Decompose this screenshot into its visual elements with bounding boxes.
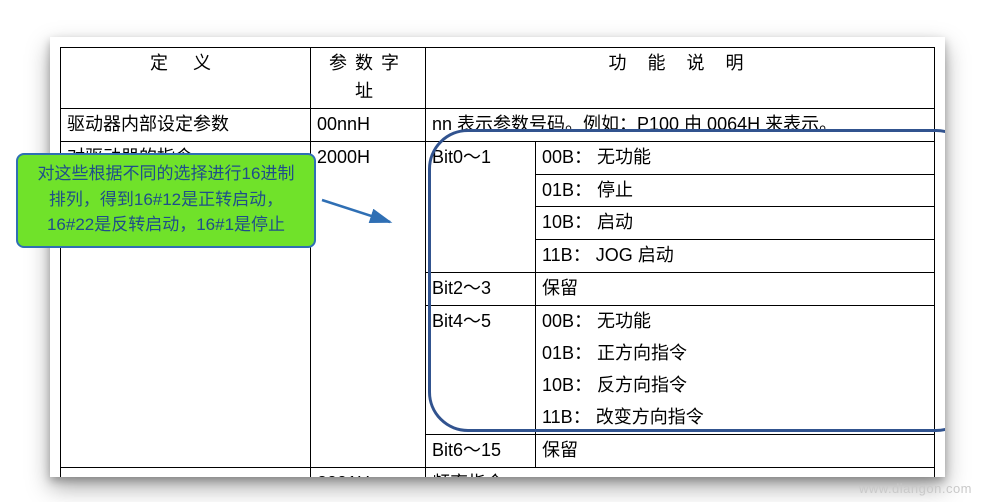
bit615-label: Bit6～15 (426, 434, 536, 467)
func-00nn: nn 表示参数号码。例如：P100 由 0064H 来表示。 (426, 108, 935, 141)
watermark: www.diangon.com (859, 481, 972, 496)
addr-00nn: 00nnH (311, 108, 426, 141)
addr-2001: 2001H (311, 467, 426, 477)
col-func: 功 能 说 明 (426, 48, 935, 109)
bit23-val: 保留 (536, 273, 935, 306)
table-header-row: 定 义 参数字址 功 能 说 明 (61, 48, 935, 109)
bit45-val1: 01B： 正方向指令 (536, 338, 935, 370)
bit45-val3: 11B： 改变方向指令 (536, 402, 935, 434)
bit01-val0: 00B： 无功能 (536, 141, 935, 174)
callout-line2: 排列，得到16#12是正转启动， (26, 187, 306, 213)
bit01-label: Bit0～1 (426, 141, 536, 273)
register-table: 定 义 参数字址 功 能 说 明 驱动器内部设定参数 00nnH nn 表示参数… (60, 47, 935, 477)
row-2001: 2001H 频率指令 (61, 467, 935, 477)
bit01-val2: 10B： 启动 (536, 207, 935, 240)
bit45-val2: 10B： 反方向指令 (536, 370, 935, 402)
bit23-label: Bit2～3 (426, 273, 536, 306)
addr-2000: 2000H (311, 141, 426, 467)
col-addr: 参数字址 (311, 48, 426, 109)
bit01-val3: 11B： JOG 启动 (536, 240, 935, 273)
annotation-callout: 对这些根据不同的选择进行16进制 排列，得到16#12是正转启动， 16#22是… (16, 153, 316, 248)
callout-line1: 对这些根据不同的选择进行16进制 (26, 161, 306, 187)
def-2001 (61, 467, 311, 477)
bit45-val0: 00B： 无功能 (536, 306, 935, 338)
bit01-val1: 01B： 停止 (536, 174, 935, 207)
def-00nn: 驱动器内部设定参数 (61, 108, 311, 141)
callout-line3: 16#22是反转启动，16#1是停止 (26, 212, 306, 238)
row-00nn: 驱动器内部设定参数 00nnH nn 表示参数号码。例如：P100 由 0064… (61, 108, 935, 141)
bit615-val: 保留 (536, 434, 935, 467)
bit45-label: Bit4～5 (426, 306, 536, 435)
func-2001: 频率指令 (426, 467, 935, 477)
col-definition: 定 义 (61, 48, 311, 109)
